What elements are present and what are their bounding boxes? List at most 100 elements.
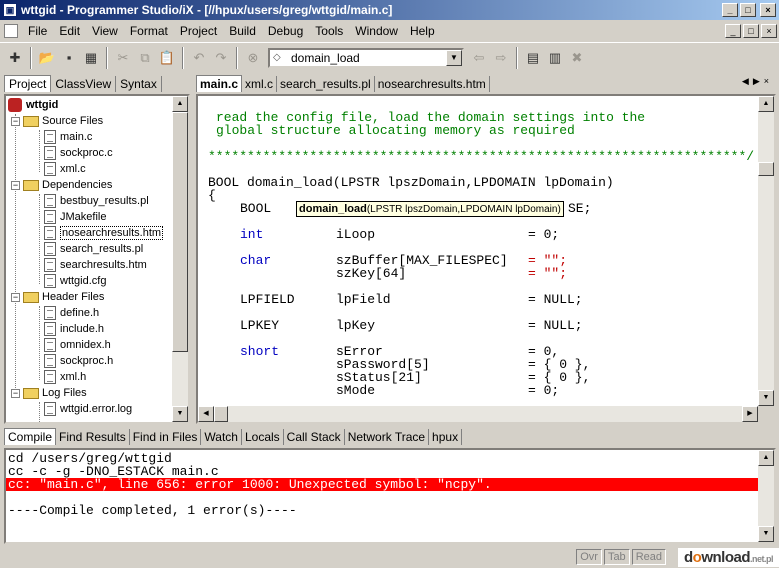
- scroll-up-icon[interactable]: ▲: [758, 96, 774, 112]
- app-icon: ▣: [3, 3, 17, 17]
- clean-icon[interactable]: ✖: [566, 47, 588, 69]
- tab-project[interactable]: Project: [4, 75, 52, 92]
- menu-file[interactable]: File: [22, 24, 53, 38]
- menu-window[interactable]: Window: [349, 24, 404, 38]
- tab-next-icon[interactable]: ▶: [753, 76, 764, 86]
- tab-network-trace[interactable]: Network Trace: [345, 429, 430, 445]
- scroll-right-icon[interactable]: ▶: [742, 406, 758, 422]
- tab-syntax[interactable]: Syntax: [116, 76, 162, 92]
- tree-group-headers[interactable]: − Header Files: [11, 289, 104, 305]
- tab-nosearchresults[interactable]: nosearchresults.htm: [375, 76, 490, 92]
- editor-vscrollbar[interactable]: ▲ ▼: [758, 96, 774, 406]
- cut-icon[interactable]: ✂: [112, 47, 134, 69]
- save-all-icon[interactable]: ▦: [80, 47, 102, 69]
- tree-item[interactable]: wttgid.error.log: [44, 401, 132, 417]
- status-read: Read: [631, 549, 666, 565]
- scroll-up-icon[interactable]: ▲: [172, 96, 188, 112]
- function-combo[interactable]: ◇ domain_load ▼: [268, 47, 464, 68]
- tab-call-stack[interactable]: Call Stack: [284, 429, 345, 445]
- tab-find-in-files[interactable]: Find in Files: [130, 429, 202, 445]
- menu-project[interactable]: Project: [174, 24, 223, 38]
- menu-debug[interactable]: Debug: [262, 24, 309, 38]
- document-icon[interactable]: [4, 23, 18, 38]
- compile-output[interactable]: cd /users/greg/wttgid cc -c -g -DNO_ESTA…: [4, 448, 776, 544]
- tree-scrollbar[interactable]: ▲ ▼: [172, 96, 188, 422]
- tree-group-logs[interactable]: − Log Files: [11, 385, 87, 401]
- menu-help[interactable]: Help: [404, 24, 441, 38]
- tree-item[interactable]: JMakefile: [44, 209, 106, 225]
- menu-build[interactable]: Build: [223, 24, 262, 38]
- open-folder-icon[interactable]: 📂: [36, 47, 58, 69]
- tree-item[interactable]: include.h: [44, 321, 104, 337]
- tree-item[interactable]: wttgid.cfg: [44, 273, 106, 289]
- tree-item[interactable]: main.c: [44, 129, 92, 145]
- tab-prev-icon[interactable]: ◀: [742, 76, 753, 86]
- minimize-button[interactable]: _: [722, 3, 738, 17]
- chevron-down-icon[interactable]: ▼: [446, 49, 462, 66]
- tab-hpux[interactable]: hpux: [429, 429, 463, 445]
- tab-close-icon[interactable]: ×: [764, 76, 773, 86]
- undo-icon[interactable]: ↶: [188, 47, 210, 69]
- menu-format[interactable]: Format: [124, 24, 174, 38]
- tab-classview[interactable]: ClassView: [51, 76, 117, 92]
- tree-item-label: searchresults.htm: [60, 259, 147, 271]
- tab-locals[interactable]: Locals: [242, 429, 284, 445]
- stop-icon[interactable]: ⊗: [242, 47, 264, 69]
- scroll-down-icon[interactable]: ▼: [758, 526, 774, 542]
- save-icon[interactable]: ▪: [58, 47, 80, 69]
- scroll-thumb[interactable]: [172, 112, 188, 352]
- file-icon: [44, 258, 56, 272]
- output-scrollbar[interactable]: ▲ ▼: [758, 450, 774, 542]
- tree-item[interactable]: omnidex.h: [44, 337, 111, 353]
- tree-group-dependencies[interactable]: − Dependencies: [11, 177, 112, 193]
- scroll-down-icon[interactable]: ▼: [758, 390, 774, 406]
- tree-root[interactable]: wttgid: [8, 97, 58, 113]
- mdi-close-button[interactable]: ×: [761, 23, 777, 38]
- tree-item[interactable]: search_results.pl: [44, 241, 143, 257]
- mdi-minimize-button[interactable]: _: [725, 23, 741, 38]
- scroll-up-icon[interactable]: ▲: [758, 450, 774, 466]
- collapse-icon[interactable]: −: [11, 388, 20, 398]
- collapse-icon[interactable]: −: [11, 292, 20, 302]
- tree-item[interactable]: xml.h: [44, 369, 86, 385]
- menu-view[interactable]: View: [86, 24, 124, 38]
- collapse-icon[interactable]: −: [11, 116, 20, 126]
- nav-forward-icon[interactable]: ⇨: [490, 47, 512, 69]
- toolbar-separator: [236, 46, 238, 69]
- scroll-thumb[interactable]: [758, 162, 774, 176]
- scroll-left-icon[interactable]: ◀: [198, 406, 214, 422]
- tab-compile[interactable]: Compile: [4, 428, 57, 445]
- tree-group-source[interactable]: − Source Files: [11, 113, 103, 129]
- menu-edit[interactable]: Edit: [53, 24, 86, 38]
- tree-item[interactable]: sockproc.c: [44, 145, 113, 161]
- paste-icon[interactable]: 📋: [156, 47, 178, 69]
- tree-item[interactable]: define.h: [44, 305, 99, 321]
- tree-item[interactable]: bestbuy_results.pl: [44, 193, 149, 209]
- tab-main-c[interactable]: main.c: [196, 75, 243, 92]
- mdi-restore-button[interactable]: □: [743, 23, 759, 38]
- close-button[interactable]: ×: [760, 3, 776, 17]
- tree-item[interactable]: xml.c: [44, 161, 86, 177]
- tab-find-results[interactable]: Find Results: [56, 429, 130, 445]
- new-file-icon[interactable]: ✚: [4, 47, 26, 69]
- editor-hscrollbar[interactable]: ◀ ▶: [198, 406, 758, 422]
- tree-item[interactable]: sockproc.h: [44, 353, 113, 369]
- collapse-icon[interactable]: −: [11, 180, 20, 190]
- scroll-thumb[interactable]: [214, 406, 228, 422]
- nav-back-icon[interactable]: ⇦: [468, 47, 490, 69]
- code-editor[interactable]: read the config file, load the domain se…: [196, 94, 776, 424]
- editor-tab-nav: ◀▶×: [742, 76, 773, 87]
- tree-item[interactable]: searchresults.htm: [44, 257, 147, 273]
- redo-icon[interactable]: ↷: [210, 47, 232, 69]
- scroll-down-icon[interactable]: ▼: [172, 406, 188, 422]
- tab-xml-c[interactable]: xml.c: [242, 76, 278, 92]
- menu-tools[interactable]: Tools: [309, 24, 349, 38]
- tab-watch[interactable]: Watch: [201, 429, 242, 445]
- tab-search-results[interactable]: search_results.pl: [277, 76, 375, 92]
- output-error-line[interactable]: cc: "main.c", line 656: error 1000: Unex…: [6, 478, 758, 491]
- maximize-button[interactable]: □: [740, 3, 756, 17]
- build-icon[interactable]: ▤: [522, 47, 544, 69]
- tree-item-selected[interactable]: nosearchresults.htm: [44, 225, 164, 241]
- copy-icon[interactable]: ⧉: [134, 47, 156, 69]
- compile-icon[interactable]: ▥: [544, 47, 566, 69]
